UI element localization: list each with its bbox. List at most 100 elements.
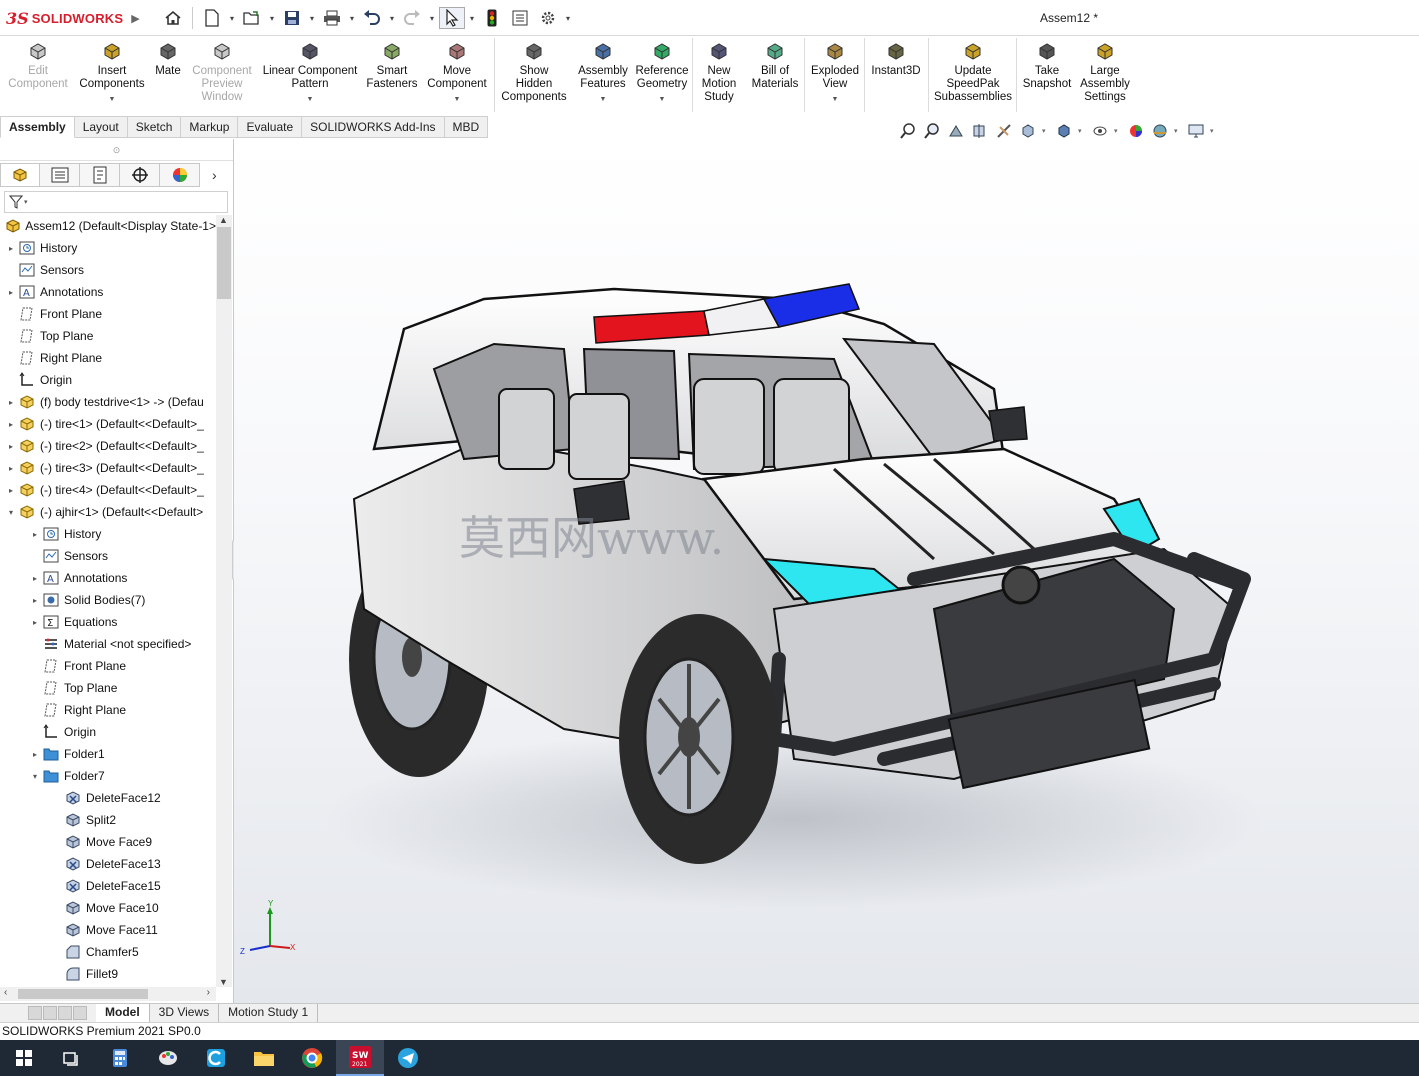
command-smart-fasteners[interactable]: Smart Fasteners — [364, 40, 420, 112]
previous-view-icon[interactable] — [946, 122, 966, 140]
save-icon[interactable] — [279, 7, 305, 29]
command-exploded-view[interactable]: Exploded View ▼ — [806, 40, 864, 112]
chevron-down-icon[interactable]: ▾ — [1114, 127, 1122, 135]
tree-vertical-scrollbar[interactable]: ▲ ▼ — [216, 215, 232, 987]
command-insert-components[interactable]: Insert Components ▼ — [76, 40, 148, 112]
expand-arrow-icon[interactable]: ▸ — [30, 574, 40, 583]
expand-arrow-icon[interactable]: ▸ — [30, 618, 40, 627]
chevron-down-icon[interactable]: ▾ — [24, 198, 28, 206]
tree-item[interactable]: ▸ History — [0, 523, 216, 545]
command-large-assembly-settings[interactable]: Large Assembly Settings — [1078, 40, 1132, 112]
bottom-tab-model[interactable]: Model — [96, 1004, 150, 1022]
tree-item[interactable]: ▾ Folder7 — [0, 765, 216, 787]
tree-item[interactable]: Origin — [0, 721, 216, 743]
scroll-thumb[interactable] — [18, 989, 148, 999]
command-new-motion-study[interactable]: New Motion Study — [694, 40, 744, 112]
command-bill-of-materials[interactable]: Bill of Materials — [748, 40, 802, 112]
panel-grip[interactable]: ⊙ — [0, 139, 233, 161]
chevron-down-icon[interactable]: ▼ — [832, 93, 839, 106]
open-icon[interactable] — [239, 7, 265, 29]
tree-item[interactable]: Assem12 (Default<Display State-1> — [0, 215, 216, 237]
expand-arrow-icon[interactable]: ▸ — [30, 750, 40, 759]
chevron-down-icon[interactable]: ▼ — [659, 93, 666, 106]
tree-item[interactable]: Front Plane — [0, 655, 216, 677]
tree-item[interactable]: ▸ A Annotations — [0, 567, 216, 589]
apply-scene-icon[interactable] — [1150, 122, 1170, 140]
tree-item[interactable]: ▸ (-) tire<2> (Default<<Default>_ — [0, 435, 216, 457]
prev-tab-button[interactable] — [43, 1006, 57, 1020]
expand-arrow-icon[interactable]: ▸ — [6, 464, 16, 473]
expand-arrow-icon[interactable]: ▸ — [6, 288, 16, 297]
display-style-icon[interactable] — [1054, 122, 1074, 140]
tree-filter[interactable]: ▾ — [4, 191, 228, 213]
home-icon[interactable] — [160, 7, 186, 29]
tree-item[interactable]: ▸ History — [0, 237, 216, 259]
tree-item[interactable]: Sensors — [0, 259, 216, 281]
hide-show-items-icon[interactable] — [1090, 122, 1110, 140]
select-icon[interactable] — [439, 7, 465, 29]
filter-icon[interactable] — [9, 195, 23, 209]
expand-arrow-icon[interactable]: ▸ — [30, 596, 40, 605]
more-tabs-chevron-icon[interactable]: › — [212, 167, 217, 183]
command-instant3d[interactable]: Instant3D — [866, 40, 926, 112]
chevron-down-icon[interactable]: ▾ — [563, 14, 573, 23]
options-gear-icon[interactable] — [535, 7, 561, 29]
tree-item[interactable]: Right Plane — [0, 699, 216, 721]
zoom-to-area-icon[interactable] — [922, 122, 942, 140]
tree-item[interactable]: Top Plane — [0, 325, 216, 347]
expand-arrow-icon[interactable]: ▸ — [6, 244, 16, 253]
command-move-component[interactable]: Move Component ▼ — [422, 40, 492, 112]
tree-item[interactable]: Sensors — [0, 545, 216, 567]
section-view-icon[interactable] — [970, 122, 990, 140]
cortana-icon[interactable] — [192, 1040, 240, 1076]
next-tab-button[interactable] — [58, 1006, 72, 1020]
tree-item[interactable]: ▸ (-) tire<1> (Default<<Default>_ — [0, 413, 216, 435]
configuration-manager-tab[interactable] — [80, 163, 120, 187]
tree-item[interactable]: Move Face9 — [0, 831, 216, 853]
command-update-speedpak-subassemblies[interactable]: Update SpeedPak Subassemblies — [930, 40, 1016, 112]
chevron-down-icon[interactable]: ▾ — [267, 14, 277, 23]
tab-solidworks-add-ins[interactable]: SOLIDWORKS Add-Ins — [302, 116, 445, 138]
new-document-icon[interactable] — [199, 7, 225, 29]
tab-mbd[interactable]: MBD — [444, 116, 489, 138]
scroll-thumb[interactable] — [217, 227, 231, 299]
chevron-down-icon[interactable]: ▼ — [307, 93, 314, 106]
tree-item[interactable]: Origin — [0, 369, 216, 391]
tree-item[interactable]: ▸ (-) tire<4> (Default<<Default>_ — [0, 479, 216, 501]
chevron-down-icon[interactable]: ▾ — [227, 14, 237, 23]
telegram-icon[interactable] — [384, 1040, 432, 1076]
chevron-down-icon[interactable]: ▾ — [427, 14, 437, 23]
tab-assembly[interactable]: Assembly — [0, 116, 75, 138]
command-show-hidden-components[interactable]: Show Hidden Components — [496, 40, 572, 112]
tab-markup[interactable]: Markup — [181, 116, 239, 138]
first-tab-button[interactable] — [28, 1006, 42, 1020]
expand-arrow-icon[interactable]: ▸ — [6, 420, 16, 429]
tree-item[interactable]: DeleteFace13 — [0, 853, 216, 875]
view-orientation-icon[interactable] — [1018, 122, 1038, 140]
chevron-down-icon[interactable]: ▾ — [1042, 127, 1050, 135]
dimxpert-manager-tab[interactable] — [120, 163, 160, 187]
expand-arrow-icon[interactable]: ▸ — [30, 530, 40, 539]
print-icon[interactable] — [319, 7, 345, 29]
rebuild-traffic-light-icon[interactable] — [479, 7, 505, 29]
tab-sketch[interactable]: Sketch — [127, 116, 182, 138]
redo-icon[interactable] — [399, 7, 425, 29]
collapse-arrow-icon[interactable]: ▾ — [6, 508, 16, 517]
dynamic-annotation-icon[interactable] — [994, 122, 1014, 140]
graphics-area[interactable]: 莫西网www. — [234, 139, 1419, 1003]
chrome-icon[interactable] — [288, 1040, 336, 1076]
tree-item[interactable]: Front Plane — [0, 303, 216, 325]
tree-item[interactable]: Move Face10 — [0, 897, 216, 919]
chevron-down-icon[interactable]: ▼ — [600, 93, 607, 106]
command-edit-component[interactable]: Edit Component — [2, 40, 74, 112]
paint-icon[interactable] — [144, 1040, 192, 1076]
tab-layout[interactable]: Layout — [74, 116, 128, 138]
chevron-down-icon[interactable]: ▾ — [467, 14, 477, 23]
tree-item[interactable]: Chamfer5 — [0, 941, 216, 963]
bottom-tab-3d-views[interactable]: 3D Views — [150, 1004, 220, 1022]
tree-item[interactable]: ▸ A Annotations — [0, 281, 216, 303]
scroll-down-icon[interactable]: ▼ — [219, 977, 228, 987]
tree-item[interactable]: DeleteFace12 — [0, 787, 216, 809]
edit-appearance-icon[interactable] — [1126, 122, 1146, 140]
tree-item[interactable]: Fillet9 — [0, 963, 216, 985]
